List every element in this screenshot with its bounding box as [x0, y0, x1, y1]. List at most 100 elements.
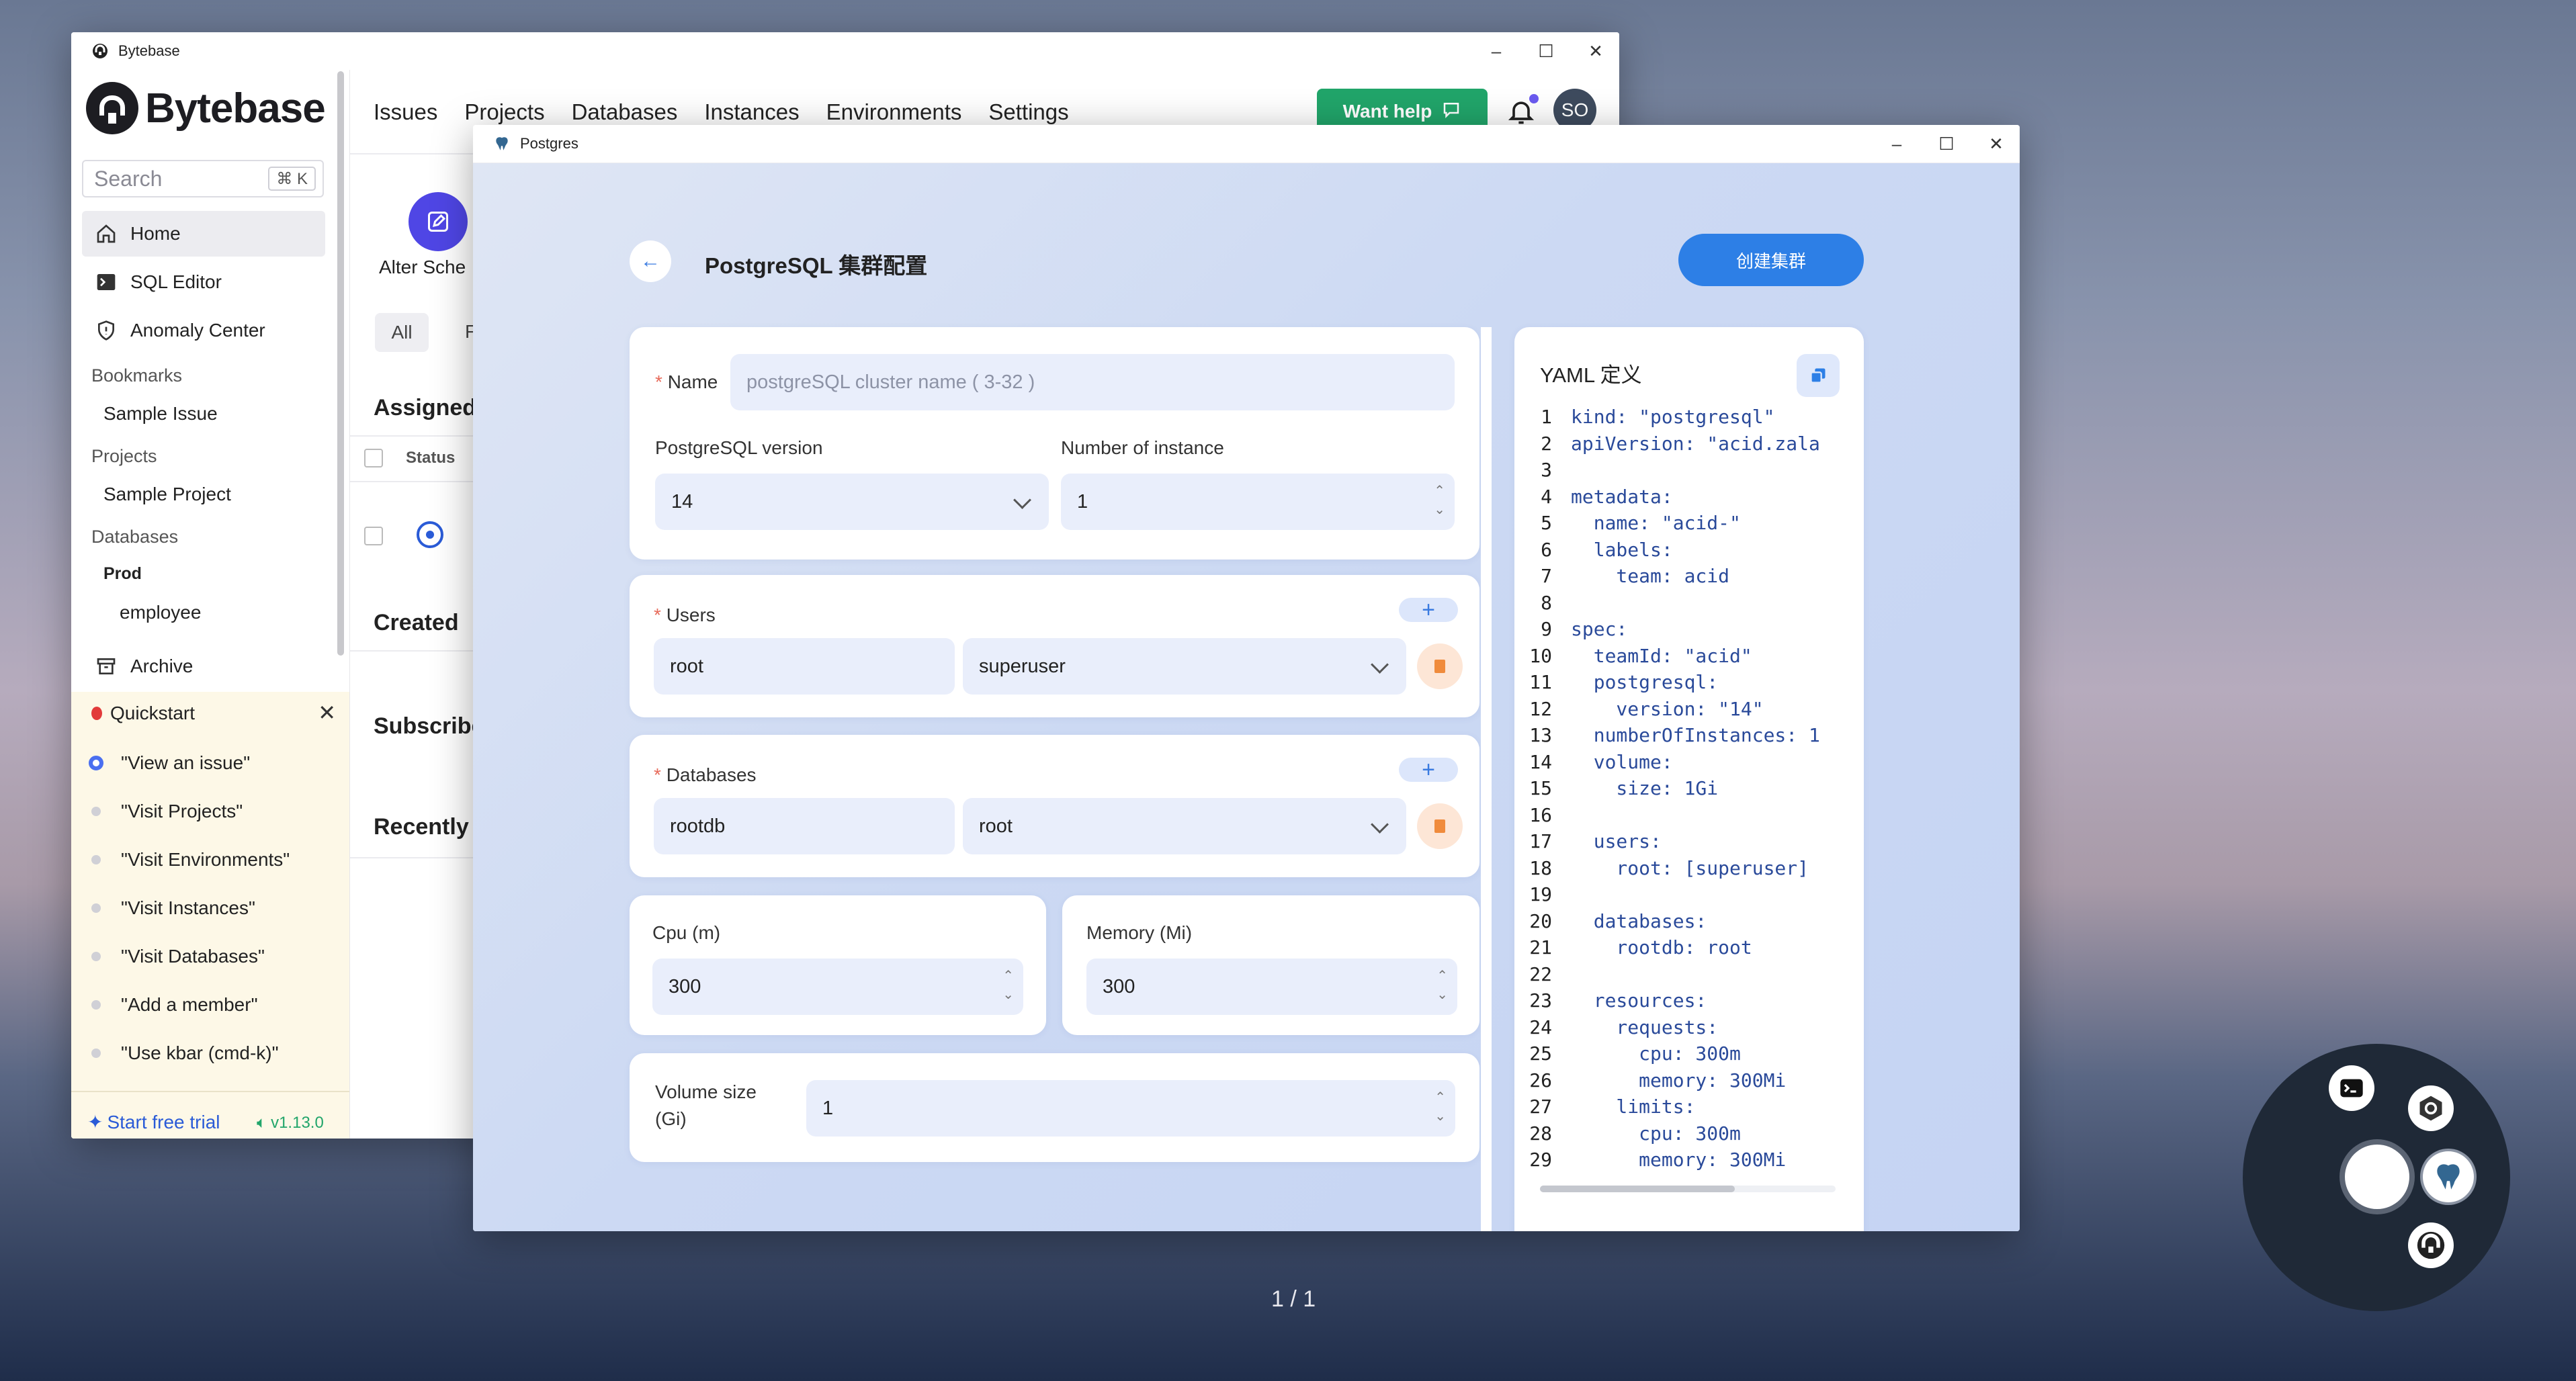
close-icon[interactable]: ✕: [1973, 125, 2020, 163]
yaml-line-number: 22: [1529, 963, 1552, 985]
stepper-icon[interactable]: ⌃ ⌄: [1436, 967, 1448, 1004]
stepper-icon[interactable]: ⌃ ⌄: [1002, 967, 1014, 1004]
yaml-line-text: metadata:: [1571, 485, 1673, 508]
stepper-icon[interactable]: ⌃ ⌄: [1434, 482, 1445, 519]
quickstart-item[interactable]: "Visit Projects": [91, 801, 243, 822]
version-badge[interactable]: 🔈︎ v1.13.0: [257, 1114, 324, 1132]
copy-button[interactable]: [1797, 354, 1840, 397]
database-name-input[interactable]: rootdb: [654, 798, 955, 854]
cpu-input[interactable]: 300 ⌃ ⌄: [652, 959, 1023, 1015]
database-owner-select[interactable]: root: [963, 798, 1406, 854]
yaml-line-number: 27: [1529, 1096, 1552, 1118]
row-checkbox[interactable]: [364, 527, 383, 545]
quickstart-item[interactable]: "Visit Databases": [91, 946, 265, 967]
nav-issues[interactable]: Issues: [374, 99, 437, 125]
create-cluster-button[interactable]: 创建集群: [1678, 234, 1864, 286]
quickstart-item[interactable]: "Visit Environments": [91, 849, 290, 871]
delete-user-button[interactable]: [1417, 643, 1463, 689]
users-label-text: Users: [666, 605, 716, 625]
yaml-horizontal-scrollbar[interactable]: [1540, 1186, 1836, 1192]
stepper-icon[interactable]: ⌃ ⌄: [1434, 1088, 1446, 1126]
alter-schema-button[interactable]: [409, 192, 468, 251]
close-icon[interactable]: ✕: [318, 700, 336, 725]
postgres-app-icon[interactable]: [2423, 1151, 2474, 1202]
bytebase-logo[interactable]: Bytebase: [86, 82, 326, 134]
version-value: 14: [671, 490, 693, 513]
nav-databases[interactable]: Databases: [572, 99, 678, 125]
filter-all-tab[interactable]: All: [375, 313, 429, 352]
yaml-line-text: name: "acid-": [1571, 512, 1741, 534]
sidebar-scrollbar[interactable]: [337, 71, 344, 656]
user-name-input[interactable]: root: [654, 638, 955, 695]
instances-input[interactable]: 1 ⌃ ⌄: [1061, 474, 1455, 530]
bell-icon[interactable]: [1506, 94, 1539, 126]
yaml-line: 12 version: "14": [1514, 696, 1830, 723]
sidebar-item-home[interactable]: Home: [82, 211, 325, 257]
back-button[interactable]: ←: [630, 240, 671, 282]
brand-name: Bytebase: [145, 85, 326, 132]
cpu-card: Cpu (m) 300 ⌃ ⌄: [630, 895, 1046, 1035]
yaml-code-editor[interactable]: 1 kind: "postgresql" 2 apiVersion: "acid.za…: [1514, 404, 1830, 1223]
yaml-line: 19: [1514, 881, 1830, 908]
yaml-line-text: root: [superuser]: [1571, 856, 1809, 879]
quickstart-item[interactable]: "Visit Instances": [91, 897, 255, 919]
start-trial-link[interactable]: ✦ Start free trial: [87, 1111, 220, 1133]
quickstart-item[interactable]: "Use kbar (cmd-k)": [91, 1042, 279, 1064]
add-database-button[interactable]: +: [1399, 757, 1458, 783]
select-all-checkbox[interactable]: [364, 449, 383, 467]
chevron-down-icon: [1371, 656, 1389, 674]
memory-value: 300: [1103, 975, 1135, 997]
terminal-icon: [93, 269, 120, 296]
bookmark-item[interactable]: Sample Issue: [103, 403, 218, 425]
memory-input[interactable]: 300 ⌃ ⌄: [1086, 959, 1457, 1015]
home-icon: [93, 220, 120, 247]
panel-divider[interactable]: [1481, 327, 1492, 1231]
yaml-line-number: 2: [1541, 432, 1552, 455]
nav-environments[interactable]: Environments: [826, 99, 962, 125]
yaml-line-text: cpu: 300m: [1571, 1042, 1741, 1065]
quickstart-item[interactable]: "Add a member": [91, 994, 258, 1016]
yaml-line-text: limits:: [1571, 1096, 1696, 1118]
sidebar-item-archive[interactable]: Archive: [82, 643, 325, 689]
sidebar-item-sql-editor[interactable]: SQL Editor: [82, 259, 325, 305]
sidebar-item-anomaly-center[interactable]: Anomaly Center: [82, 308, 325, 353]
add-user-button[interactable]: +: [1399, 597, 1458, 623]
chevron-down-icon: [1013, 491, 1031, 509]
terminal-app-icon[interactable]: [2329, 1065, 2374, 1111]
search-input[interactable]: Search ⌘ K: [82, 160, 324, 197]
volume-card: Volume size (Gi) 1 ⌃ ⌄: [630, 1053, 1479, 1162]
yaml-line-number: 15: [1529, 777, 1552, 799]
maximize-icon[interactable]: ☐: [1923, 125, 1970, 163]
close-icon[interactable]: ✕: [1572, 32, 1619, 70]
cluster-name-input[interactable]: postgreSQL cluster name ( 3-32 ): [730, 354, 1455, 410]
bytebase-app-icon[interactable]: [2408, 1222, 2454, 1268]
volume-input[interactable]: 1 ⌃ ⌄: [806, 1080, 1455, 1137]
delete-database-button[interactable]: [1417, 803, 1463, 849]
yaml-line-text: postgresql:: [1571, 671, 1719, 693]
quickstart-item[interactable]: "View an issue": [89, 752, 250, 774]
step-active-icon: [89, 756, 103, 770]
yaml-line-text: version: "14": [1571, 697, 1764, 720]
want-help-label: Want help: [1342, 101, 1432, 122]
nav-settings[interactable]: Settings: [988, 99, 1068, 125]
quickstart-item-label: "Visit Projects": [121, 801, 243, 821]
maximize-icon[interactable]: ☐: [1522, 32, 1570, 70]
user-role-select[interactable]: superuser: [963, 638, 1406, 695]
kubernetes-icon[interactable]: [2408, 1085, 2454, 1131]
postgres-content: ← PostgreSQL 集群配置 创建集群 * Name postgreSQL…: [473, 163, 2020, 1231]
pencil-icon: [428, 212, 448, 232]
chat-icon: [1441, 99, 1461, 124]
minimize-icon[interactable]: –: [1873, 125, 1920, 163]
yaml-line-number: 4: [1541, 485, 1552, 508]
yaml-line-number: 26: [1529, 1069, 1552, 1092]
postgres-titlebar: Postgres – ☐ ✕: [473, 125, 2020, 163]
postgres-version-select[interactable]: 14: [655, 474, 1049, 530]
nav-instances[interactable]: Instances: [704, 99, 799, 125]
nav-projects[interactable]: Projects: [464, 99, 544, 125]
environment-label[interactable]: Prod: [103, 564, 142, 584]
projects-heading: Projects: [91, 446, 157, 466]
minimize-icon[interactable]: –: [1473, 32, 1520, 70]
database-item[interactable]: employee: [120, 602, 201, 623]
dock-center-button[interactable]: [2345, 1145, 2409, 1209]
project-item[interactable]: Sample Project: [103, 484, 231, 505]
